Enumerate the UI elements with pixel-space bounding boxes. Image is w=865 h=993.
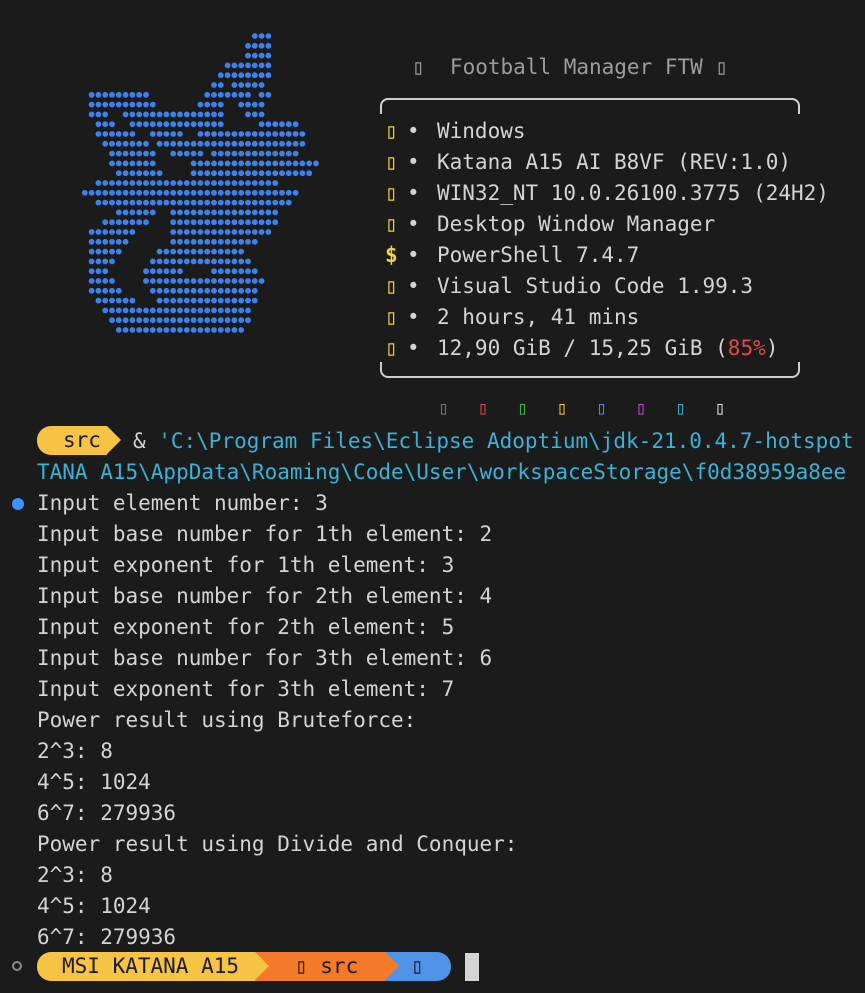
- command-line-2[interactable]: TANA A15\AppData\Roaming\Code\User\works…: [0, 457, 865, 488]
- window-manager-icon: ▯: [385, 212, 398, 236]
- memory-icon: ▯: [385, 336, 398, 360]
- output-line: Input base number for 3th element: 6: [37, 646, 493, 670]
- output-line: 6^7: 279936: [37, 801, 177, 825]
- palette-swatch: ▯: [675, 398, 686, 419]
- info-row-wm: ▯ • Desktop Window Manager: [385, 209, 829, 240]
- output-line: 4^5: 1024: [37, 894, 151, 918]
- info-row-shell: $ • PowerShell 7.4.7: [385, 240, 829, 271]
- os-name: Windows: [437, 119, 526, 143]
- output-line: Input exponent for 1th element: 3: [37, 553, 455, 577]
- command-status-dot[interactable]: [12, 961, 22, 971]
- directory-badge: src: [37, 426, 121, 455]
- palette-swatch: ▯: [596, 398, 607, 419]
- window-manager: Desktop Window Manager: [437, 212, 716, 236]
- info-row-host: ▯ • Katana A15 AI B8VF (REV:1.0): [385, 147, 829, 178]
- output-line: Input element number: 3: [37, 491, 328, 515]
- ascii-cat-logo: [81, 33, 319, 333]
- command-operator: &: [132, 429, 159, 453]
- color-palette: ▯ ▯ ▯ ▯ ▯ ▯ ▯ ▯: [438, 398, 754, 419]
- terminal-output: src & 'C:\Program Files\Eclipse Adoptium\…: [0, 426, 865, 953]
- output-line: 4^5: 1024: [37, 770, 151, 794]
- palette-swatch: ▯: [714, 398, 726, 419]
- kernel-version: WIN32_NT 10.0.26100.3775 (24H2): [437, 181, 829, 205]
- info-row-kernel: ▯ • WIN32_NT 10.0.26100.3775 (24H2): [385, 178, 829, 209]
- segment-separator: [385, 952, 399, 980]
- output-line: Input exponent for 3th element: 7: [37, 677, 455, 701]
- palette-swatch: ▯: [477, 398, 489, 419]
- output-line: 6^7: 279936: [37, 925, 177, 949]
- palette-swatch: ▯: [635, 398, 647, 419]
- prompt-host-segment: MSI KATANA A15: [37, 952, 255, 981]
- output-line: Input base number for 1th element: 2: [37, 522, 493, 546]
- output-line: Input exponent for 2th element: 5: [37, 615, 455, 639]
- segment-separator: [255, 952, 269, 980]
- kernel-icon: ▯: [385, 181, 398, 205]
- info-row-terminal: ▯ • Visual Studio Code 1.99.3: [385, 271, 829, 302]
- laptop-icon: ▯: [385, 150, 398, 174]
- output-line: 2^3: 8: [37, 863, 113, 887]
- info-row-uptime: ▯ • 2 hours, 41 mins: [385, 302, 829, 333]
- output-line: 2^3: 8: [37, 739, 113, 763]
- output-line: Input base number for 2th element: 4: [37, 584, 493, 608]
- text-cursor[interactable]: [465, 953, 479, 981]
- windows-icon: ▯: [385, 119, 398, 143]
- shell-name: PowerShell 7.4.7: [437, 243, 640, 267]
- command-path[interactable]: 'C:\Program Files\Eclipse Adoptium\jdk-2…: [158, 429, 853, 453]
- host-model: Katana A15 AI B8VF (REV:1.0): [437, 150, 792, 174]
- info-box-bottom-border: [380, 362, 800, 378]
- uptime: 2 hours, 41 mins: [437, 305, 640, 329]
- shell-prompt: MSI KATANA A15 ▯ src ▯: [0, 951, 865, 982]
- output-line: Power result using Bruteforce:: [37, 708, 417, 732]
- palette-swatch: ▯: [517, 398, 528, 419]
- palette-swatch: ▯: [556, 398, 568, 419]
- info-box-top-border: [380, 98, 800, 114]
- output-line: Power result using Divide and Conquer:: [37, 832, 518, 856]
- prompt-directory-segment: ▯ src: [255, 952, 385, 981]
- clock-icon: ▯: [385, 305, 398, 329]
- info-title: ▯ Football Manager FTW ▯: [412, 55, 729, 79]
- memory-used: 12,90 GiB / 15,25 GiB (: [437, 336, 728, 360]
- command-line-1: src & 'C:\Program Files\Eclipse Adoptium\…: [0, 426, 865, 457]
- palette-swatch: ▯: [438, 398, 449, 419]
- memory-percent: 85%: [727, 336, 766, 360]
- system-info-list: ▯ • Windows ▯ • Katana A15 AI B8VF (REV:1.0)…: [385, 116, 829, 364]
- shell-prompt-icon: $: [385, 243, 398, 267]
- terminal-icon: ▯: [385, 274, 398, 298]
- info-row-memory: ▯ • 12,90 GiB / 15,25 GiB (85%): [385, 333, 829, 364]
- terminal-name: Visual Studio Code 1.99.3: [437, 274, 754, 298]
- info-row-os: ▯ • Windows: [385, 116, 829, 147]
